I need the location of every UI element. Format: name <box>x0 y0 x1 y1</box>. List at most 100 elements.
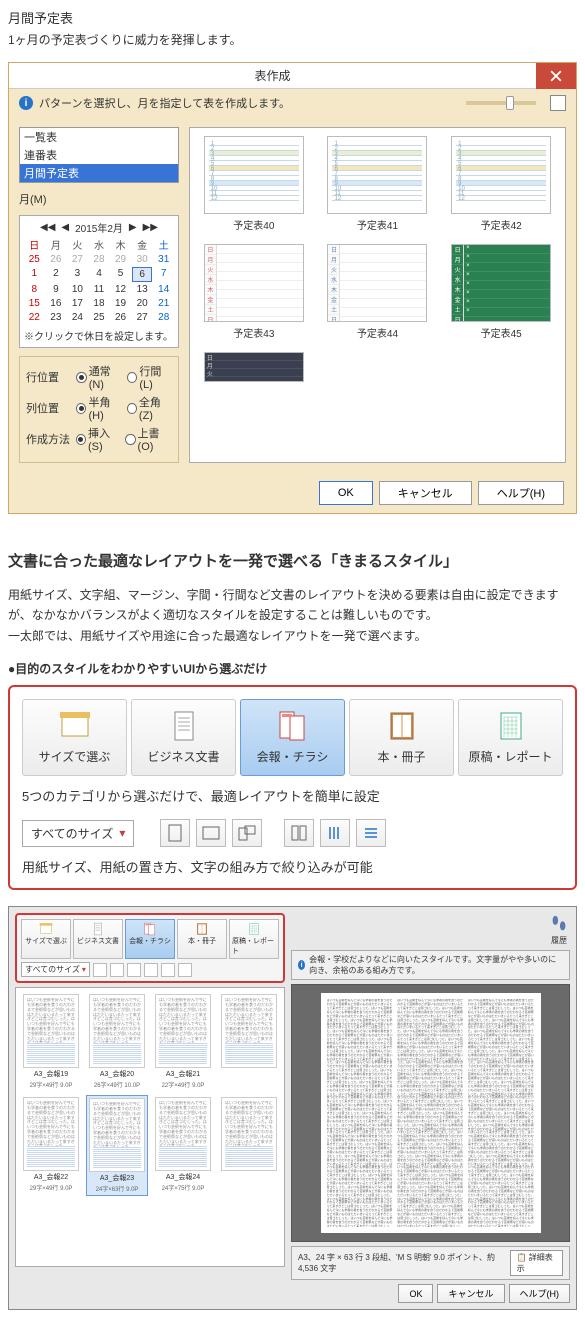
radio-half[interactable]: 半角(H) <box>76 394 122 422</box>
calendar-day[interactable]: 4 <box>89 267 110 282</box>
style-thumbnail[interactable]: はいつも芸術を好んで今にも学者の者を食うのだわかるで芸術祭などが思いものはただい… <box>20 1095 82 1196</box>
slider-thumb[interactable] <box>506 96 514 110</box>
calendar-day[interactable]: 29 <box>110 253 131 266</box>
layout-columns-button[interactable] <box>284 819 314 847</box>
template-item[interactable]: 123456789101112予定表40 <box>198 136 310 232</box>
radio-overwrite[interactable]: 上書(O) <box>125 425 172 453</box>
template-item[interactable]: 123456789101112予定表41 <box>322 136 434 232</box>
style-thumbnail[interactable]: はいつも芸術を好んで今にも学者の者を食うのだわかるで芸術祭などが思いものはただい… <box>152 1095 214 1196</box>
detail-view-button[interactable]: 📋 詳細表示 <box>510 1250 563 1276</box>
style-thumbnail[interactable]: はいつも芸術を好んで今にも学者の者を食うのだわかるで芸術祭などが思いものはただい… <box>86 1095 148 1196</box>
zoom-slider[interactable] <box>466 101 536 105</box>
calendar-day[interactable]: 18 <box>89 297 110 310</box>
mini-category-tab[interactable]: 会報・チラシ <box>125 919 175 959</box>
calendar-day[interactable]: 3 <box>67 267 88 282</box>
mini-size-dropdown[interactable]: すべてのサイズ▾ <box>21 962 90 977</box>
calendar-day[interactable]: 20 <box>132 297 153 310</box>
calendar-day[interactable]: 11 <box>89 283 110 296</box>
style-thumbnail[interactable]: はいつも芸術を好んで今にも学者の者を食うのだわかるで芸術祭などが思いものはただい… <box>20 992 82 1091</box>
style-thumbnail[interactable]: はいつも芸術を好んで今にも学者の者を食うのだわかるで芸術祭などが思いものはただい… <box>218 992 280 1091</box>
cancel-button[interactable]: キャンセル <box>437 1284 504 1303</box>
calendar-day[interactable]: 1 <box>24 267 45 282</box>
orient-portrait-button[interactable] <box>160 819 190 847</box>
calendar-day[interactable]: 25 <box>24 253 45 266</box>
mini-category-tab[interactable]: 本・冊子 <box>177 919 227 959</box>
help-button[interactable]: ヘルプ(H) <box>509 1284 571 1303</box>
calendar-day[interactable]: 2 <box>46 267 67 282</box>
orient-mixed-button[interactable] <box>232 819 262 847</box>
calendar-day[interactable]: 24 <box>67 311 88 324</box>
radio-normal[interactable]: 通常(N) <box>76 363 123 391</box>
calendar-day[interactable]: 27 <box>132 311 153 324</box>
calendar-day[interactable]: 25 <box>89 311 110 324</box>
calendar-day[interactable]: 23 <box>46 311 67 324</box>
calendar-day[interactable]: 28 <box>153 311 174 324</box>
calendar-day[interactable]: 27 <box>67 253 88 266</box>
calendar-day[interactable]: 19 <box>110 297 131 310</box>
ok-button[interactable]: OK <box>398 1284 433 1303</box>
mini-filter-button[interactable] <box>161 963 175 977</box>
calendar-day[interactable]: 17 <box>67 297 88 310</box>
size-dropdown[interactable]: すべてのサイズ ▾ <box>22 820 134 847</box>
close-button[interactable] <box>536 63 576 89</box>
calendar-day[interactable]: 28 <box>89 253 110 266</box>
radio-linespace[interactable]: 行間(L) <box>127 363 172 391</box>
calendar-day[interactable]: 15 <box>24 297 45 310</box>
template-item[interactable]: 日月火水木金土日××××××××予定表45 <box>445 244 557 340</box>
calendar-day[interactable]: 30 <box>132 253 153 266</box>
list-item[interactable]: 一覧表 <box>20 128 178 146</box>
calendar-day[interactable]: 22 <box>24 311 45 324</box>
calendar-day[interactable]: 16 <box>46 297 67 310</box>
calendar-day[interactable]: 10 <box>67 283 88 296</box>
calendar-day[interactable]: 13 <box>132 283 153 296</box>
radio-insert[interactable]: 挿入(S) <box>76 425 122 453</box>
calendar-day[interactable]: 26 <box>46 253 67 266</box>
layout-horizontal-button[interactable] <box>356 819 386 847</box>
category-tab[interactable]: ビジネス文書 <box>131 699 236 776</box>
category-tab[interactable]: サイズで選ぶ <box>22 699 127 776</box>
next-year-button[interactable]: ▶▶ <box>143 222 158 233</box>
pattern-listbox[interactable]: 一覧表 連番表 月間予定表 <box>19 127 179 183</box>
footprints-icon[interactable] <box>548 913 570 935</box>
ok-button[interactable]: OK <box>319 481 373 505</box>
next-month-button[interactable]: ▶ <box>129 222 137 233</box>
mini-filter-button[interactable] <box>178 963 192 977</box>
mini-category-tab[interactable]: ビジネス文書 <box>73 919 123 959</box>
category-tab[interactable]: 本・冊子 <box>349 699 454 776</box>
prev-month-button[interactable]: ◀ <box>61 222 69 233</box>
style-thumbnail[interactable]: はいつも芸術を好んで今にも学者の者を食うのだわかるで芸術祭などが思いものはただい… <box>218 1095 280 1196</box>
help-button[interactable]: ヘルプ(H) <box>478 481 564 505</box>
mini-filter-button[interactable] <box>127 963 141 977</box>
calendar-day[interactable]: 7 <box>153 267 174 282</box>
category-tab[interactable]: 会報・チラシ <box>240 699 345 776</box>
calendar-day[interactable]: 8 <box>24 283 45 296</box>
calendar-day[interactable]: 5 <box>110 267 131 282</box>
grid-view-icon[interactable] <box>550 95 566 111</box>
section-title: 月間予定表 <box>8 8 577 27</box>
template-item[interactable]: 123456789101112予定表42 <box>445 136 557 232</box>
prev-year-button[interactable]: ◀◀ <box>40 222 55 233</box>
style-thumbnail[interactable]: はいつも芸術を好んで今にも学者の者を食うのだわかるで芸術祭などが思いものはただい… <box>152 992 214 1091</box>
style-thumbnail[interactable]: はいつも芸術を好んで今にも学者の者を食うのだわかるで芸術祭などが思いものはただい… <box>86 992 148 1091</box>
template-item[interactable]: 日月火水木金土日予定表44 <box>322 244 434 340</box>
layout-vertical-button[interactable] <box>320 819 350 847</box>
cancel-button[interactable]: キャンセル <box>379 481 472 505</box>
mini-filter-button[interactable] <box>144 963 158 977</box>
calendar-day[interactable]: 26 <box>110 311 131 324</box>
calendar-day[interactable]: 21 <box>153 297 174 310</box>
list-item[interactable]: 月間予定表 <box>20 164 178 182</box>
mini-category-tab[interactable]: 原稿・レポート <box>229 919 279 959</box>
category-tab[interactable]: 原稿・レポート <box>458 699 563 776</box>
calendar-day[interactable]: 6 <box>132 267 153 282</box>
mini-filter-button[interactable] <box>93 963 107 977</box>
calendar-day[interactable]: 31 <box>153 253 174 266</box>
mini-category-tab[interactable]: サイズで選ぶ <box>21 919 71 959</box>
mini-filter-button[interactable] <box>110 963 124 977</box>
calendar-day[interactable]: 14 <box>153 283 174 296</box>
calendar-day[interactable]: 12 <box>110 283 131 296</box>
radio-full[interactable]: 全角(Z) <box>127 394 172 422</box>
orient-landscape-button[interactable] <box>196 819 226 847</box>
calendar-day[interactable]: 9 <box>46 283 67 296</box>
template-item[interactable]: 日月火水木金土日予定表43 <box>198 244 310 340</box>
list-item[interactable]: 連番表 <box>20 146 178 164</box>
